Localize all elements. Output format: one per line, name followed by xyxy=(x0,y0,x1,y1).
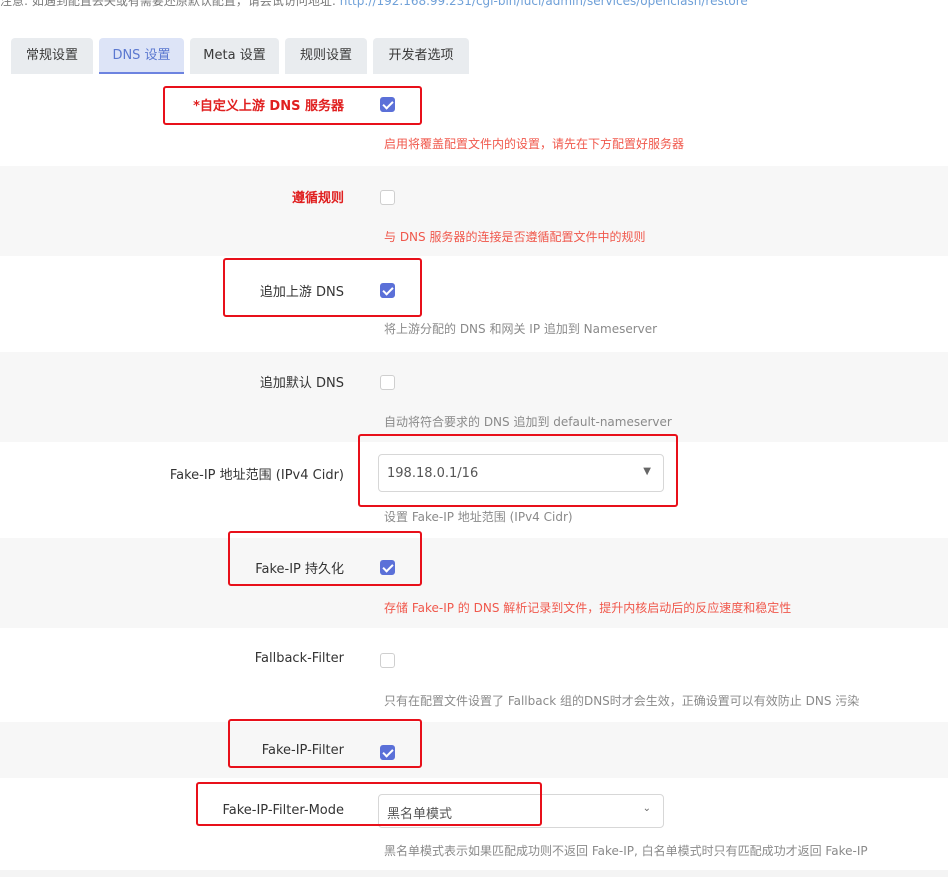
setting-fakeip-filter: Fake-IP-Filter xyxy=(0,722,948,778)
section-divider xyxy=(0,870,948,877)
dropdown-arrow-icon: ▼ xyxy=(643,466,651,477)
tab-dns[interactable]: DNS 设置 xyxy=(99,38,184,74)
setting-label: 遵循规则 xyxy=(291,191,344,206)
setting-follow-rules: 遵循规则 与 DNS 服务器的连接是否遵循配置文件中的规则 xyxy=(0,166,948,256)
tab-bar: 常规设置 DNS 设置 Meta 设置 规则设置 开发者选项 xyxy=(0,34,948,76)
setting-description: 启用将覆盖配置文件内的设置，请先在下方配置好服务器 xyxy=(384,137,685,151)
setting-label: *自定义上游 DNS 服务器 xyxy=(193,99,344,114)
setting-label: Fake-IP 地址范围 (IPv4 Cidr) xyxy=(169,468,344,483)
tab-developer[interactable]: 开发者选项 xyxy=(373,38,469,74)
setting-custom-upstream: *自定义上游 DNS 服务器 启用将覆盖配置文件内的设置，请先在下方配置好服务器 xyxy=(0,76,948,166)
setting-description: 将上游分配的 DNS 和网关 IP 追加到 Nameserver xyxy=(384,322,658,336)
tab-general[interactable]: 常规设置 xyxy=(11,38,93,74)
setting-fakeip-filter-mode: Fake-IP-Filter-Mode 黑名单模式 ⌄ 黑名单模式表示如果匹配成… xyxy=(0,778,948,870)
setting-description: 只有在配置文件设置了 Fallback 组的DNS时才会生效，正确设置可以有效防… xyxy=(384,694,860,708)
fallback-filter-checkbox[interactable] xyxy=(380,653,395,668)
custom-upstream-checkbox[interactable] xyxy=(380,97,395,112)
follow-rules-checkbox[interactable] xyxy=(380,190,395,205)
fakeip-persist-checkbox[interactable] xyxy=(380,560,395,575)
setting-description: 自动将符合要求的 DNS 追加到 default-nameserver xyxy=(384,415,672,429)
fakeip-filter-mode-select[interactable]: 黑名单模式 ⌄ xyxy=(378,794,664,828)
setting-label: Fallback-Filter xyxy=(254,651,344,666)
fakeip-range-select[interactable]: 198.18.0.1/16 ▼ xyxy=(378,454,664,492)
setting-description: 设置 Fake-IP 地址范围 (IPv4 Cidr) xyxy=(384,510,573,524)
setting-label: 追加上游 DNS xyxy=(259,285,344,300)
setting-fakeip-persist: Fake-IP 持久化 存储 Fake-IP 的 DNS 解析记录到文件，提升内… xyxy=(0,538,948,628)
setting-append-upstream: 追加上游 DNS 将上游分配的 DNS 和网关 IP 追加到 Nameserve… xyxy=(0,256,948,352)
append-default-checkbox[interactable] xyxy=(380,375,395,390)
setting-description: 黑名单模式表示如果匹配成功则不返回 Fake-IP, 白名单模式时只有匹配成功才… xyxy=(384,844,868,858)
setting-fakeip-range: Fake-IP 地址范围 (IPv4 Cidr) 198.18.0.1/16 ▼… xyxy=(0,442,948,538)
setting-label: Fake-IP-Filter-Mode xyxy=(222,803,344,818)
select-value: 黑名单模式 xyxy=(387,807,453,822)
chevron-down-icon: ⌄ xyxy=(642,803,651,814)
select-value: 198.18.0.1/16 xyxy=(387,466,479,481)
setting-description: 存储 Fake-IP 的 DNS 解析记录到文件，提升内核启动后的反应速度和稳定… xyxy=(384,601,792,615)
restore-link[interactable]: http://192.168.99.231/cgi-bin/luci/admin… xyxy=(340,0,748,8)
append-upstream-checkbox[interactable] xyxy=(380,283,395,298)
fakeip-filter-checkbox[interactable] xyxy=(380,745,395,760)
notice-text: 注意: 如遇到配置丢失或有需要还原默认配置，请尝试访问地址: xyxy=(0,0,340,8)
tab-meta[interactable]: Meta 设置 xyxy=(190,38,279,74)
tab-rules[interactable]: 规则设置 xyxy=(285,38,367,74)
setting-fallback-filter: Fallback-Filter 只有在配置文件设置了 Fallback 组的DN… xyxy=(0,628,948,722)
notice-bar: 注意: 如遇到配置丢失或有需要还原默认配置，请尝试访问地址: http://19… xyxy=(0,0,948,8)
setting-label: Fake-IP-Filter xyxy=(261,743,344,758)
setting-label: Fake-IP 持久化 xyxy=(255,562,344,577)
setting-label: 追加默认 DNS xyxy=(259,376,344,391)
setting-append-default: 追加默认 DNS 自动将符合要求的 DNS 追加到 default-namese… xyxy=(0,352,948,442)
setting-description: 与 DNS 服务器的连接是否遵循配置文件中的规则 xyxy=(384,230,646,244)
